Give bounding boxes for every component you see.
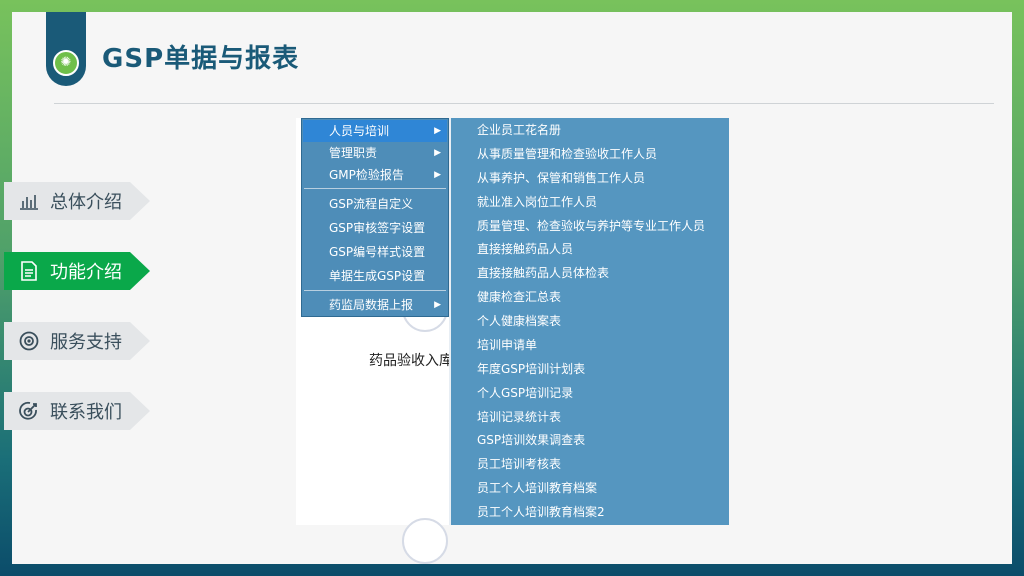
- bar-chart-icon: [18, 190, 40, 212]
- background-label: 药品验收入库: [369, 353, 452, 369]
- context-menu: 人员与培训 ▶ 管理职责 ▶ GMP检验报告 ▶ GSP流程自定义 GSP审核签…: [301, 118, 449, 317]
- submenu-item[interactable]: 个人GSP培训记录: [477, 383, 573, 403]
- nav-item-contact[interactable]: 联系我们: [4, 392, 150, 430]
- target-icon: [18, 330, 40, 352]
- software-screenshot: 药品验收入库 人员与培训 ▶ 管理职责 ▶ GMP检验报告 ▶ GSP流程自定义…: [296, 118, 729, 564]
- submenu-personnel-training: 企业员工花名册 从事质量管理和检查验收工作人员 从事养护、保管和销售工作人员 就…: [449, 118, 729, 525]
- menu-item-label: GSP流程自定义: [329, 197, 414, 211]
- menu-item-gsp-signature[interactable]: GSP审核签字设置: [303, 217, 447, 239]
- menu-item-label: 管理职责: [329, 146, 378, 160]
- submenu-item[interactable]: 员工培训考核表: [477, 454, 561, 474]
- nav-item-overview[interactable]: 总体介绍: [4, 182, 150, 220]
- title-divider: [54, 103, 994, 104]
- menu-separator: [304, 290, 446, 291]
- submenu-arrow-icon: ▶: [434, 126, 441, 136]
- submenu-arrow-icon: ▶: [434, 148, 441, 158]
- submenu-item[interactable]: 直接接触药品人员体检表: [477, 263, 609, 283]
- submenu-item[interactable]: 直接接触药品人员: [477, 239, 573, 259]
- document-icon: [18, 260, 40, 282]
- nav-item-label: 联系我们: [50, 402, 122, 423]
- submenu-item[interactable]: 从事质量管理和检查验收工作人员: [477, 144, 657, 164]
- dart-target-icon: [18, 400, 40, 422]
- submenu-item[interactable]: GSP培训效果调查表: [477, 430, 585, 450]
- submenu-arrow-icon: ▶: [434, 170, 441, 180]
- menu-item-gsp-number-style[interactable]: GSP编号样式设置: [303, 241, 447, 263]
- submenu-item[interactable]: 员工个人培训教育档案: [477, 478, 597, 498]
- menu-item-label: 人员与培训: [329, 124, 390, 138]
- nav-item-features[interactable]: 功能介绍: [4, 252, 150, 290]
- menu-item-label: 药监局数据上报: [329, 298, 414, 312]
- menu-item-gsp-flow[interactable]: GSP流程自定义: [303, 193, 447, 215]
- lightbulb-icon: ✺: [53, 50, 79, 76]
- page-title: GSP单据与报表: [102, 44, 300, 74]
- nav-item-label: 服务支持: [50, 332, 122, 353]
- menu-item-label: GSP编号样式设置: [329, 245, 426, 259]
- submenu-item[interactable]: 个人健康档案表: [477, 311, 561, 331]
- submenu-item[interactable]: 培训申请单: [477, 335, 537, 355]
- background-circle-icon: [402, 518, 448, 564]
- menu-item-doc-gsp-settings[interactable]: 单据生成GSP设置: [303, 265, 447, 287]
- nav-item-label: 总体介绍: [50, 192, 122, 213]
- submenu-arrow-icon: ▶: [434, 300, 441, 310]
- nav-item-support[interactable]: 服务支持: [4, 322, 150, 360]
- submenu-item[interactable]: 企业员工花名册: [477, 120, 561, 140]
- submenu-item[interactable]: 健康检查汇总表: [477, 287, 561, 307]
- submenu-item[interactable]: 从事养护、保管和销售工作人员: [477, 168, 645, 188]
- submenu-item[interactable]: 就业准入岗位工作人员: [477, 192, 597, 212]
- menu-item-label: GSP审核签字设置: [329, 221, 426, 235]
- menu-item-label: 单据生成GSP设置: [329, 269, 426, 283]
- submenu-item[interactable]: 培训记录统计表: [477, 407, 561, 427]
- submenu-item[interactable]: 质量管理、检查验收与养护等专业工作人员: [477, 216, 705, 236]
- submenu-item[interactable]: 年度GSP培训计划表: [477, 359, 585, 379]
- menu-separator: [304, 188, 446, 189]
- menu-item-label: GMP检验报告: [329, 168, 404, 182]
- bookmark-tab: ✺: [46, 12, 86, 86]
- submenu-item[interactable]: 员工个人培训教育档案2: [477, 502, 605, 522]
- menu-item-gmp-report[interactable]: GMP检验报告 ▶: [303, 164, 447, 186]
- menu-item-management-duties[interactable]: 管理职责 ▶: [303, 142, 447, 164]
- menu-item-personnel-training[interactable]: 人员与培训 ▶: [303, 120, 447, 142]
- nav-item-label: 功能介绍: [50, 262, 122, 283]
- menu-item-fda-upload[interactable]: 药监局数据上报 ▶: [303, 294, 447, 316]
